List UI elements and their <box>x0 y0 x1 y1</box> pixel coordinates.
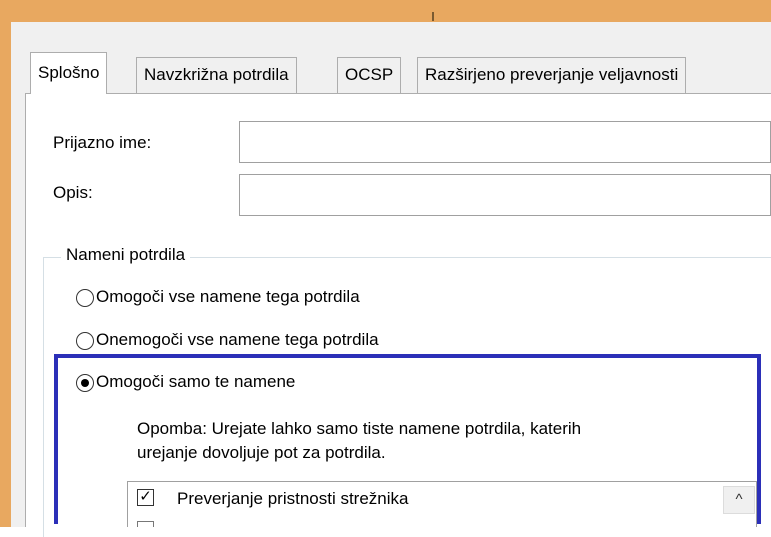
tab-cross-certificates[interactable]: Navzkrižna potrdila <box>136 57 297 93</box>
window-left-edge <box>0 22 11 527</box>
enable-only-these-purposes-radio[interactable] <box>76 374 94 392</box>
tab-general[interactable]: Splošno <box>30 52 108 94</box>
window-title-bar <box>0 0 771 22</box>
server-auth-label[interactable]: Preverjanje pristnosti strežnika <box>177 489 408 509</box>
description-input[interactable] <box>239 174 771 216</box>
disable-all-purposes-radio[interactable] <box>76 332 94 350</box>
purposes-group-title: Nameni potrdila <box>61 245 191 265</box>
note-line-2: urejanje dovoljuje pot za potrdila. <box>137 443 386 462</box>
server-auth-checkbox[interactable]: ✓ <box>137 489 154 506</box>
enable-all-purposes-label[interactable]: Omogoči vse namene tega potrdila <box>96 287 360 307</box>
list-scroll-up-button[interactable]: ^ <box>723 486 755 514</box>
disable-all-purposes-label[interactable]: Onemogoči vse namene tega potrdila <box>96 330 379 350</box>
next-list-item-checkbox[interactable] <box>137 521 154 527</box>
enable-only-these-purposes-label[interactable]: Omogoči samo te namene <box>96 372 295 392</box>
friendly-name-label: Prijazno ime: <box>53 133 152 152</box>
title-bar-mark <box>432 12 434 21</box>
tab-ocsp[interactable]: OCSP <box>337 57 402 93</box>
radio-selected-dot <box>81 379 89 387</box>
friendly-name-input[interactable] <box>239 121 771 163</box>
description-label: Opis: <box>53 183 93 202</box>
enable-all-purposes-radio[interactable] <box>76 289 94 307</box>
note-line-1: Opomba: Urejate lahko samo tiste namene … <box>137 419 582 438</box>
tab-extended-validation[interactable]: Razširjeno preverjanje veljavnosti <box>417 57 687 93</box>
